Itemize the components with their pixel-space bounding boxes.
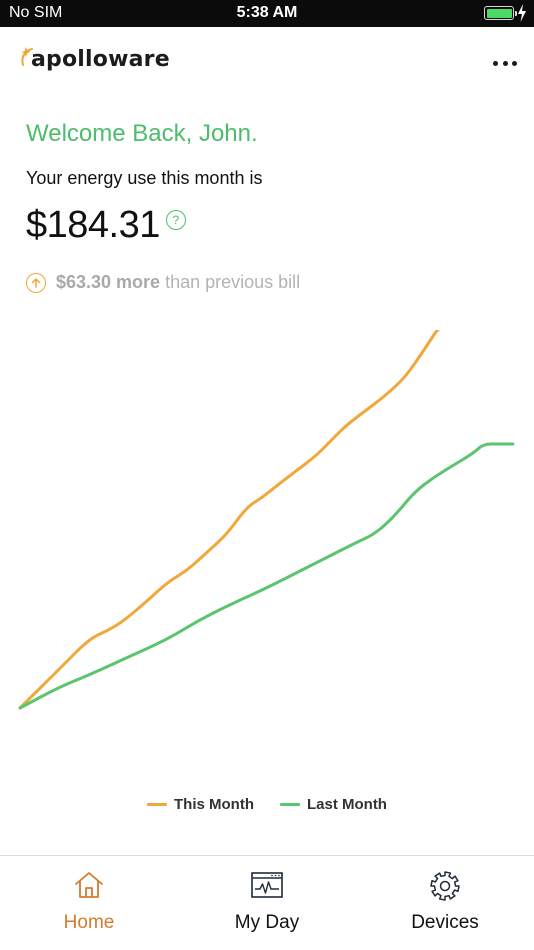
tab-home[interactable]: Home xyxy=(0,856,178,950)
tab-home-label: Home xyxy=(63,912,115,933)
tab-devices-label: Devices xyxy=(411,912,479,933)
app-header: apolloware xyxy=(0,27,534,97)
status-bar: No SIM 5:38 AM xyxy=(0,0,534,27)
brand-logo: apolloware xyxy=(18,43,170,75)
energy-amount: $184.31 xyxy=(26,204,160,246)
more-options-icon[interactable] xyxy=(490,53,520,73)
series-last-month-line xyxy=(18,442,515,710)
comparison-text: than previous bill xyxy=(165,272,301,292)
question-icon[interactable]: ? xyxy=(165,210,186,230)
legend-label-this-month: This Month xyxy=(174,796,254,813)
brand-name: apolloware xyxy=(31,46,170,72)
gear-icon xyxy=(430,871,460,901)
legend-swatch-this-month xyxy=(147,803,167,806)
bill-comparison: $63.30 more than previous bill xyxy=(26,272,300,293)
chart-legend: This Month Last Month xyxy=(0,796,534,813)
tab-my-day[interactable]: My Day xyxy=(178,856,356,950)
clock: 5:38 AM xyxy=(236,4,298,21)
charging-icon xyxy=(518,4,526,22)
legend-label-last-month: Last Month xyxy=(306,796,387,813)
home-icon xyxy=(75,872,103,898)
comparison-amount: $63.30 more xyxy=(56,272,161,292)
energy-label: Your energy use this month is xyxy=(26,168,263,188)
battery-icon xyxy=(484,6,517,20)
welcome-message: Welcome Back, John. xyxy=(26,120,258,147)
logo-mark-icon xyxy=(21,47,33,66)
tab-devices[interactable]: Devices xyxy=(356,856,534,950)
tab-my-day-label: My Day xyxy=(234,912,300,933)
tab-bar: Home My Day Devices xyxy=(0,855,534,950)
energy-usage-chart xyxy=(18,330,515,710)
legend-item-this-month: This Month xyxy=(147,796,254,813)
legend-swatch-last-month xyxy=(279,803,300,806)
my-day-icon xyxy=(251,872,283,898)
series-this-month-line xyxy=(18,330,440,710)
energy-amount-row: $184.31 ? xyxy=(26,202,186,248)
arrow-up-circle-icon xyxy=(26,272,46,293)
legend-item-last-month: Last Month xyxy=(279,796,387,813)
